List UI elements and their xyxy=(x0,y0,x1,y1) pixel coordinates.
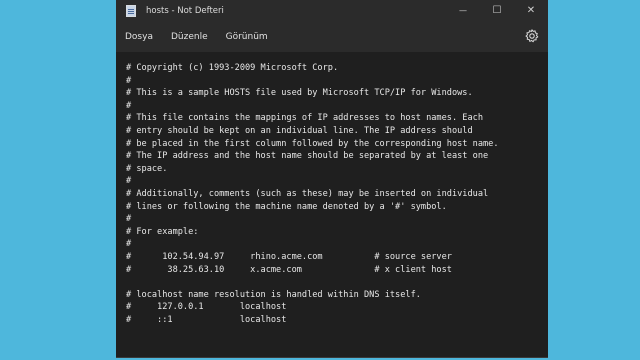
window-controls: — ☐ ✕ xyxy=(446,0,548,22)
editor-line: # This file contains the mappings of IP … xyxy=(126,113,483,124)
maximize-icon: ☐ xyxy=(492,5,502,16)
gear-icon xyxy=(525,29,539,43)
menu-edit[interactable]: Düzenle xyxy=(171,32,208,42)
editor-line: # ::1 localhost xyxy=(126,314,287,325)
text-editor[interactable]: # Copyright (c) 1993-2009 Microsoft Corp… xyxy=(116,52,548,357)
editor-line: # entry should be kept on an individual … xyxy=(126,125,473,136)
editor-line: # xyxy=(126,75,132,86)
editor-line: # Copyright (c) 1993-2009 Microsoft Corp… xyxy=(126,63,339,73)
editor-line: # xyxy=(126,214,132,225)
title-bar[interactable]: hosts - Not Defteri — ☐ ✕ xyxy=(116,0,548,22)
notepad-window: hosts - Not Defteri — ☐ ✕ Dosya Düzenle … xyxy=(116,0,548,358)
maximize-button[interactable]: ☐ xyxy=(480,0,514,22)
close-button[interactable]: ✕ xyxy=(514,0,548,22)
menu-bar: Dosya Düzenle Görünüm xyxy=(116,22,548,52)
editor-line: # be placed in the first column followed… xyxy=(126,138,499,149)
close-icon: ✕ xyxy=(526,5,536,16)
editor-line: # 38.25.63.10 x.acme.com # x client host xyxy=(126,264,452,275)
editor-line: # 102.54.94.97 rhino.acme.com # source s… xyxy=(126,251,452,262)
minimize-icon: — xyxy=(459,6,467,15)
menu-view[interactable]: Görünüm xyxy=(226,32,268,42)
settings-button[interactable] xyxy=(524,28,540,44)
editor-line: # This is a sample HOSTS file used by Mi… xyxy=(126,88,473,99)
editor-line: # xyxy=(126,100,132,111)
editor-content[interactable]: # Copyright (c) 1993-2009 Microsoft Corp… xyxy=(126,62,499,326)
window-title: hosts - Not Defteri xyxy=(146,6,224,16)
editor-line: # xyxy=(126,239,132,250)
editor-line: # The IP address and the host name shoul… xyxy=(126,151,489,162)
editor-line: # lines or following the machine name de… xyxy=(126,201,447,212)
menu-file[interactable]: Dosya xyxy=(125,32,153,42)
editor-line: # For example: xyxy=(126,226,199,237)
notepad-icon xyxy=(126,5,136,17)
editor-line: # space. xyxy=(126,163,168,174)
editor-line: # xyxy=(126,176,132,187)
editor-line: # 127.0.0.1 localhost xyxy=(126,302,287,313)
minimize-button[interactable]: — xyxy=(446,0,480,22)
editor-line: # Additionally, comments (such as these)… xyxy=(126,188,489,199)
editor-line: # localhost name resolution is handled w… xyxy=(126,289,421,300)
